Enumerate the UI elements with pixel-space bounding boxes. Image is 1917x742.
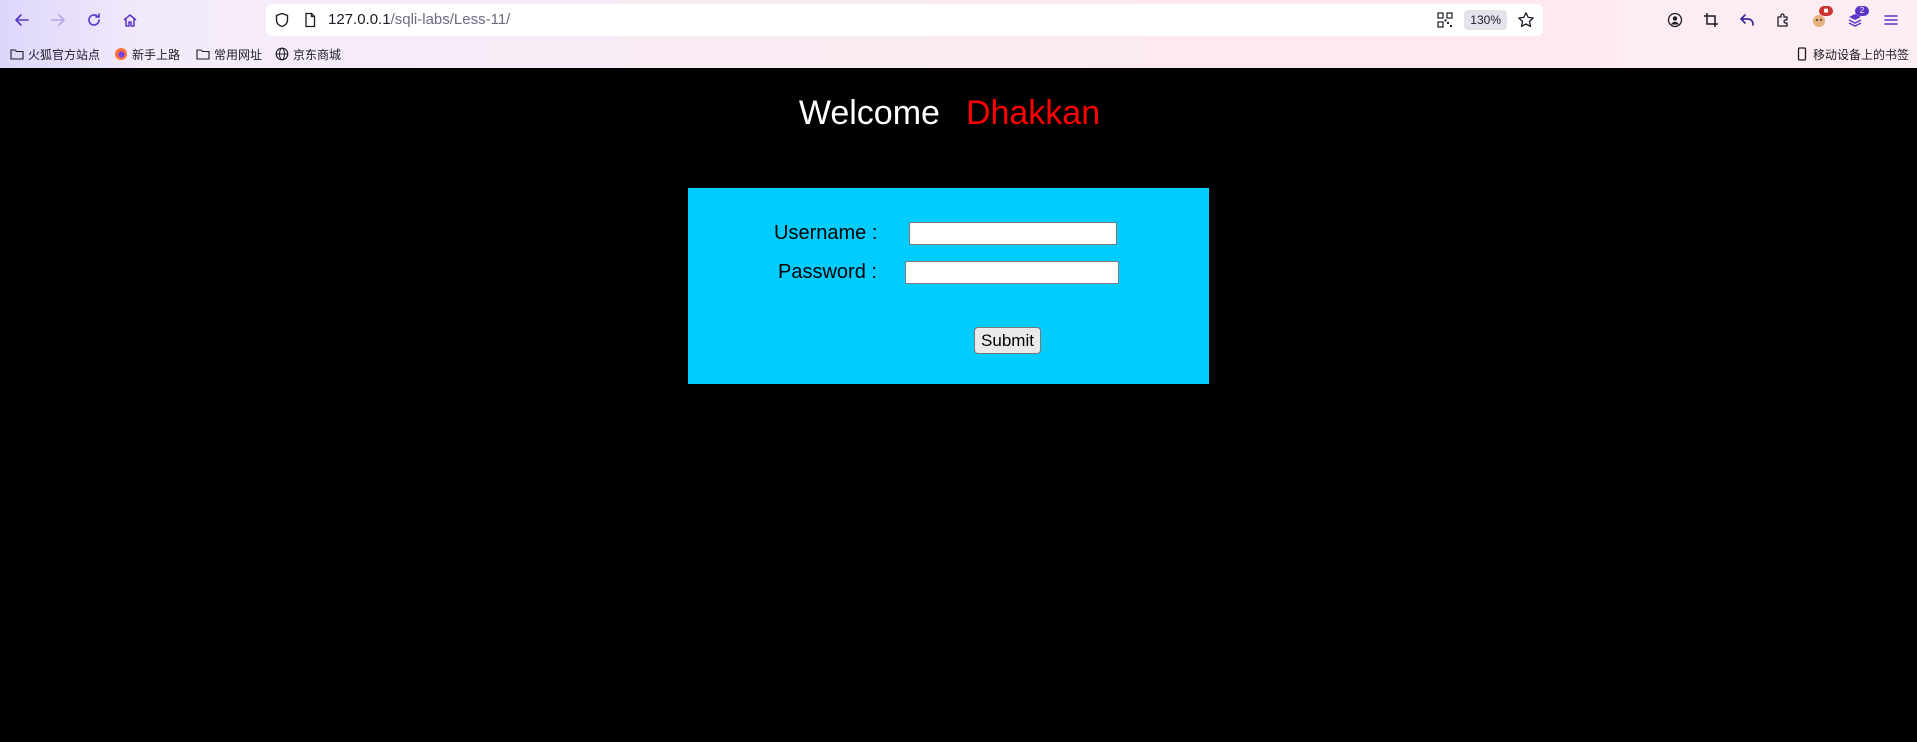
bookmark-label: 常用网址 [214,47,263,62]
mobile-bookmarks[interactable]: 移动设备上的书签 [1795,44,1909,64]
zoom-indicator[interactable]: 130% [1464,10,1507,30]
extension-avatar-button[interactable]: ■ [1807,6,1833,32]
extensions-button[interactable] [1771,8,1795,32]
welcome-heading: Welcome Dhakkan [0,94,1917,133]
qr-code-icon[interactable] [1437,12,1453,28]
reload-button[interactable] [82,8,106,32]
login-form: Username : Password : Submit [688,188,1209,384]
menu-button[interactable] [1879,8,1903,32]
username-input[interactable] [909,222,1117,245]
bookmark-star-icon[interactable] [1517,11,1535,29]
shield-icon[interactable] [274,12,290,28]
bookmarks-bar: 火狐官方站点 新手上路 常用网址 京东商城 移动设备上的书签 [10,44,1909,64]
folder-icon [10,49,24,60]
undo-button[interactable] [1735,8,1759,32]
account-icon [1667,12,1683,28]
crop-icon [1704,13,1718,27]
password-input[interactable] [905,261,1119,284]
url-text[interactable]: 127.0.0.1/sqli-labs/Less-11/ [328,11,510,28]
password-label: Password : [778,261,877,283]
toolbar-right-icons: ■ 2 [1663,6,1903,32]
firefox-icon [115,48,127,60]
arrow-right-icon [51,14,65,26]
browser-toolbar: 127.0.0.1/sqli-labs/Less-11/ 130% ■ 2 [0,0,1917,40]
bookmark-item[interactable]: 常用网址 [196,44,262,64]
welcome-heading-inner: Welcome Dhakkan [799,94,1100,132]
undo-arrow-icon [1740,14,1754,26]
reload-icon [88,13,100,26]
account-button[interactable] [1663,8,1687,32]
folder-icon [196,49,210,60]
username-label: Username : [774,222,878,244]
bookmark-label: 火狐官方站点 [28,47,101,62]
extension-stack-button[interactable]: 2 [1843,6,1869,32]
forward-button[interactable] [46,8,70,32]
mobile-device-icon [1797,47,1807,61]
bookmark-item[interactable]: 新手上路 [114,44,180,64]
user-name: Dhakkan [965,94,1101,132]
globe-icon [275,47,289,61]
bookmark-item[interactable]: 京东商城 [275,44,341,64]
bookmark-item[interactable]: 火狐官方站点 [10,44,100,64]
welcome-text: Welcome [798,94,940,132]
submit-button[interactable]: Submit [974,327,1041,354]
screenshot-button[interactable] [1699,8,1723,32]
arrow-left-icon [15,14,29,26]
home-button[interactable] [118,8,142,32]
page-content: Welcome Dhakkan Username : Password : Sub… [0,68,1917,742]
stop-badge: ■ [1819,6,1833,16]
url-path: /sqli-labs/Less-11/ [390,11,511,28]
back-button[interactable] [10,8,34,32]
url-host: 127.0.0.1 [328,11,391,28]
bookmark-label: 京东商城 [293,47,342,62]
address-bar[interactable]: 127.0.0.1/sqli-labs/Less-11/ 130% [266,4,1543,36]
extension-count-badge: 2 [1855,6,1869,16]
mobile-bookmarks-label: 移动设备上的书签 [1812,47,1909,62]
puzzle-icon [1777,13,1788,27]
home-icon [123,14,137,27]
hamburger-menu-icon [1884,15,1898,25]
browser-chrome: 127.0.0.1/sqli-labs/Less-11/ 130% ■ 2 火狐… [0,0,1917,68]
page-icon[interactable] [302,12,318,28]
bookmark-label: 新手上路 [132,47,181,62]
